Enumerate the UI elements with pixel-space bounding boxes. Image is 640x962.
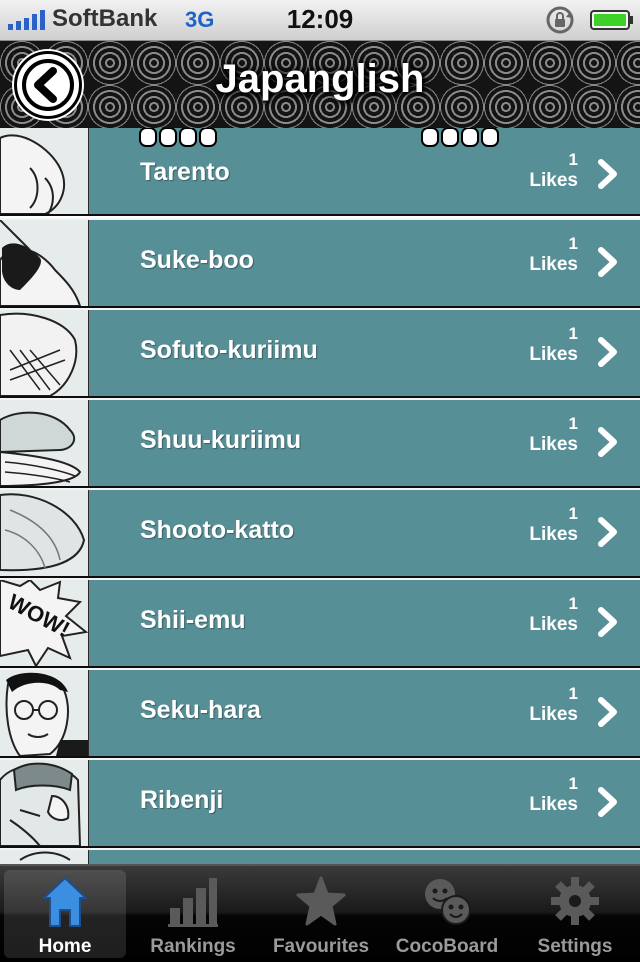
likes-count: 1 <box>568 774 578 793</box>
word-list: Tarento 1 Likes Suke-boo 1 Likes Sofuto-… <box>0 128 640 864</box>
star-icon <box>296 876 346 926</box>
home-icon <box>43 877 87 927</box>
item-title: Tarento <box>140 158 230 186</box>
item-title: Suke-boo <box>140 246 254 274</box>
chevron-right-icon <box>598 159 617 189</box>
likes-count: 1 <box>568 324 578 343</box>
chevron-right-icon <box>598 247 617 277</box>
tab-cocoboard[interactable]: CocoBoard <box>386 870 508 958</box>
tab-label: Settings <box>537 936 613 957</box>
likes-count: 1 <box>568 414 578 433</box>
status-bar: SoftBank 3G 12:09 <box>0 0 640 41</box>
thumbnail-image <box>0 850 89 864</box>
likes-label: Likes <box>529 524 578 545</box>
thumbnail-image <box>0 670 89 756</box>
likes-label: Likes <box>529 170 578 191</box>
cocoboard-icon <box>425 879 471 925</box>
fingers-decoration <box>421 128 499 147</box>
item-title: Sofuto-kuriimu <box>140 336 318 364</box>
page-title: Japanglish <box>215 57 425 101</box>
chevron-right-icon <box>598 787 617 817</box>
likes-count: 1 <box>568 684 578 703</box>
battery-icon <box>590 10 633 30</box>
item-title: Ribenji <box>140 786 224 814</box>
tab-favourites[interactable]: Favourites <box>260 870 382 958</box>
tab-rankings[interactable]: Rankings <box>132 870 254 958</box>
item-title: Shuu-kuriimu <box>140 426 302 454</box>
thumbnail-image: WOW! <box>0 580 89 666</box>
rotation-lock-icon <box>546 6 574 34</box>
tab-label: Favourites <box>272 936 370 957</box>
list-item[interactable]: Seku-hara 1 Likes <box>0 668 640 758</box>
chevron-right-icon <box>598 337 617 367</box>
chevron-right-icon <box>598 697 617 727</box>
chevron-right-icon <box>598 607 617 637</box>
thumbnail-image <box>0 128 89 214</box>
likes-label: Likes <box>529 614 578 635</box>
rankings-icon <box>168 878 218 927</box>
tab-home[interactable]: Home <box>4 870 126 958</box>
list-item[interactable]: Shooto-katto 1 Likes <box>0 488 640 578</box>
likes-label: Likes <box>529 794 578 815</box>
likes-count: 1 <box>568 504 578 523</box>
tab-label: CocoBoard <box>395 936 499 957</box>
likes-count: 1 <box>568 234 578 253</box>
chevron-right-icon <box>598 517 617 547</box>
thumbnail-image <box>0 760 89 846</box>
item-title: Shooto-katto <box>140 516 295 544</box>
list-item[interactable]: Shuu-kuriimu 1 Likes <box>0 398 640 488</box>
list-item[interactable]: Ribenji 1 Likes <box>0 758 640 848</box>
thumbnail-image <box>0 220 89 306</box>
item-title: Seku-hara <box>140 696 261 724</box>
likes-count: 1 <box>568 594 578 613</box>
gear-icon <box>551 877 599 925</box>
list-item[interactable] <box>0 848 640 864</box>
navigation-bar: Japanglish <box>0 41 640 130</box>
chevron-right-icon <box>598 427 617 457</box>
thumbnail-image <box>0 310 89 396</box>
list-item[interactable]: Tarento 1 Likes <box>0 128 640 216</box>
list-item[interactable]: Suke-boo 1 Likes <box>0 218 640 308</box>
tab-label: Home <box>38 936 92 957</box>
likes-label: Likes <box>529 434 578 455</box>
list-item[interactable]: WOW! Shii-emu 1 Likes <box>0 578 640 668</box>
tab-label: Rankings <box>150 936 236 957</box>
likes-label: Likes <box>529 704 578 725</box>
tab-settings[interactable]: Settings <box>514 870 636 958</box>
tab-bar: Home Rankings Favourites CocoBoard Setti… <box>0 864 640 962</box>
fingers-decoration <box>139 128 217 147</box>
likes-label: Likes <box>529 254 578 275</box>
likes-label: Likes <box>529 344 578 365</box>
likes-count: 1 <box>568 150 578 169</box>
list-item[interactable]: Sofuto-kuriimu 1 Likes <box>0 308 640 398</box>
thumbnail-image <box>0 400 89 486</box>
thumbnail-image <box>0 490 89 576</box>
item-title: Shii-emu <box>140 606 246 634</box>
